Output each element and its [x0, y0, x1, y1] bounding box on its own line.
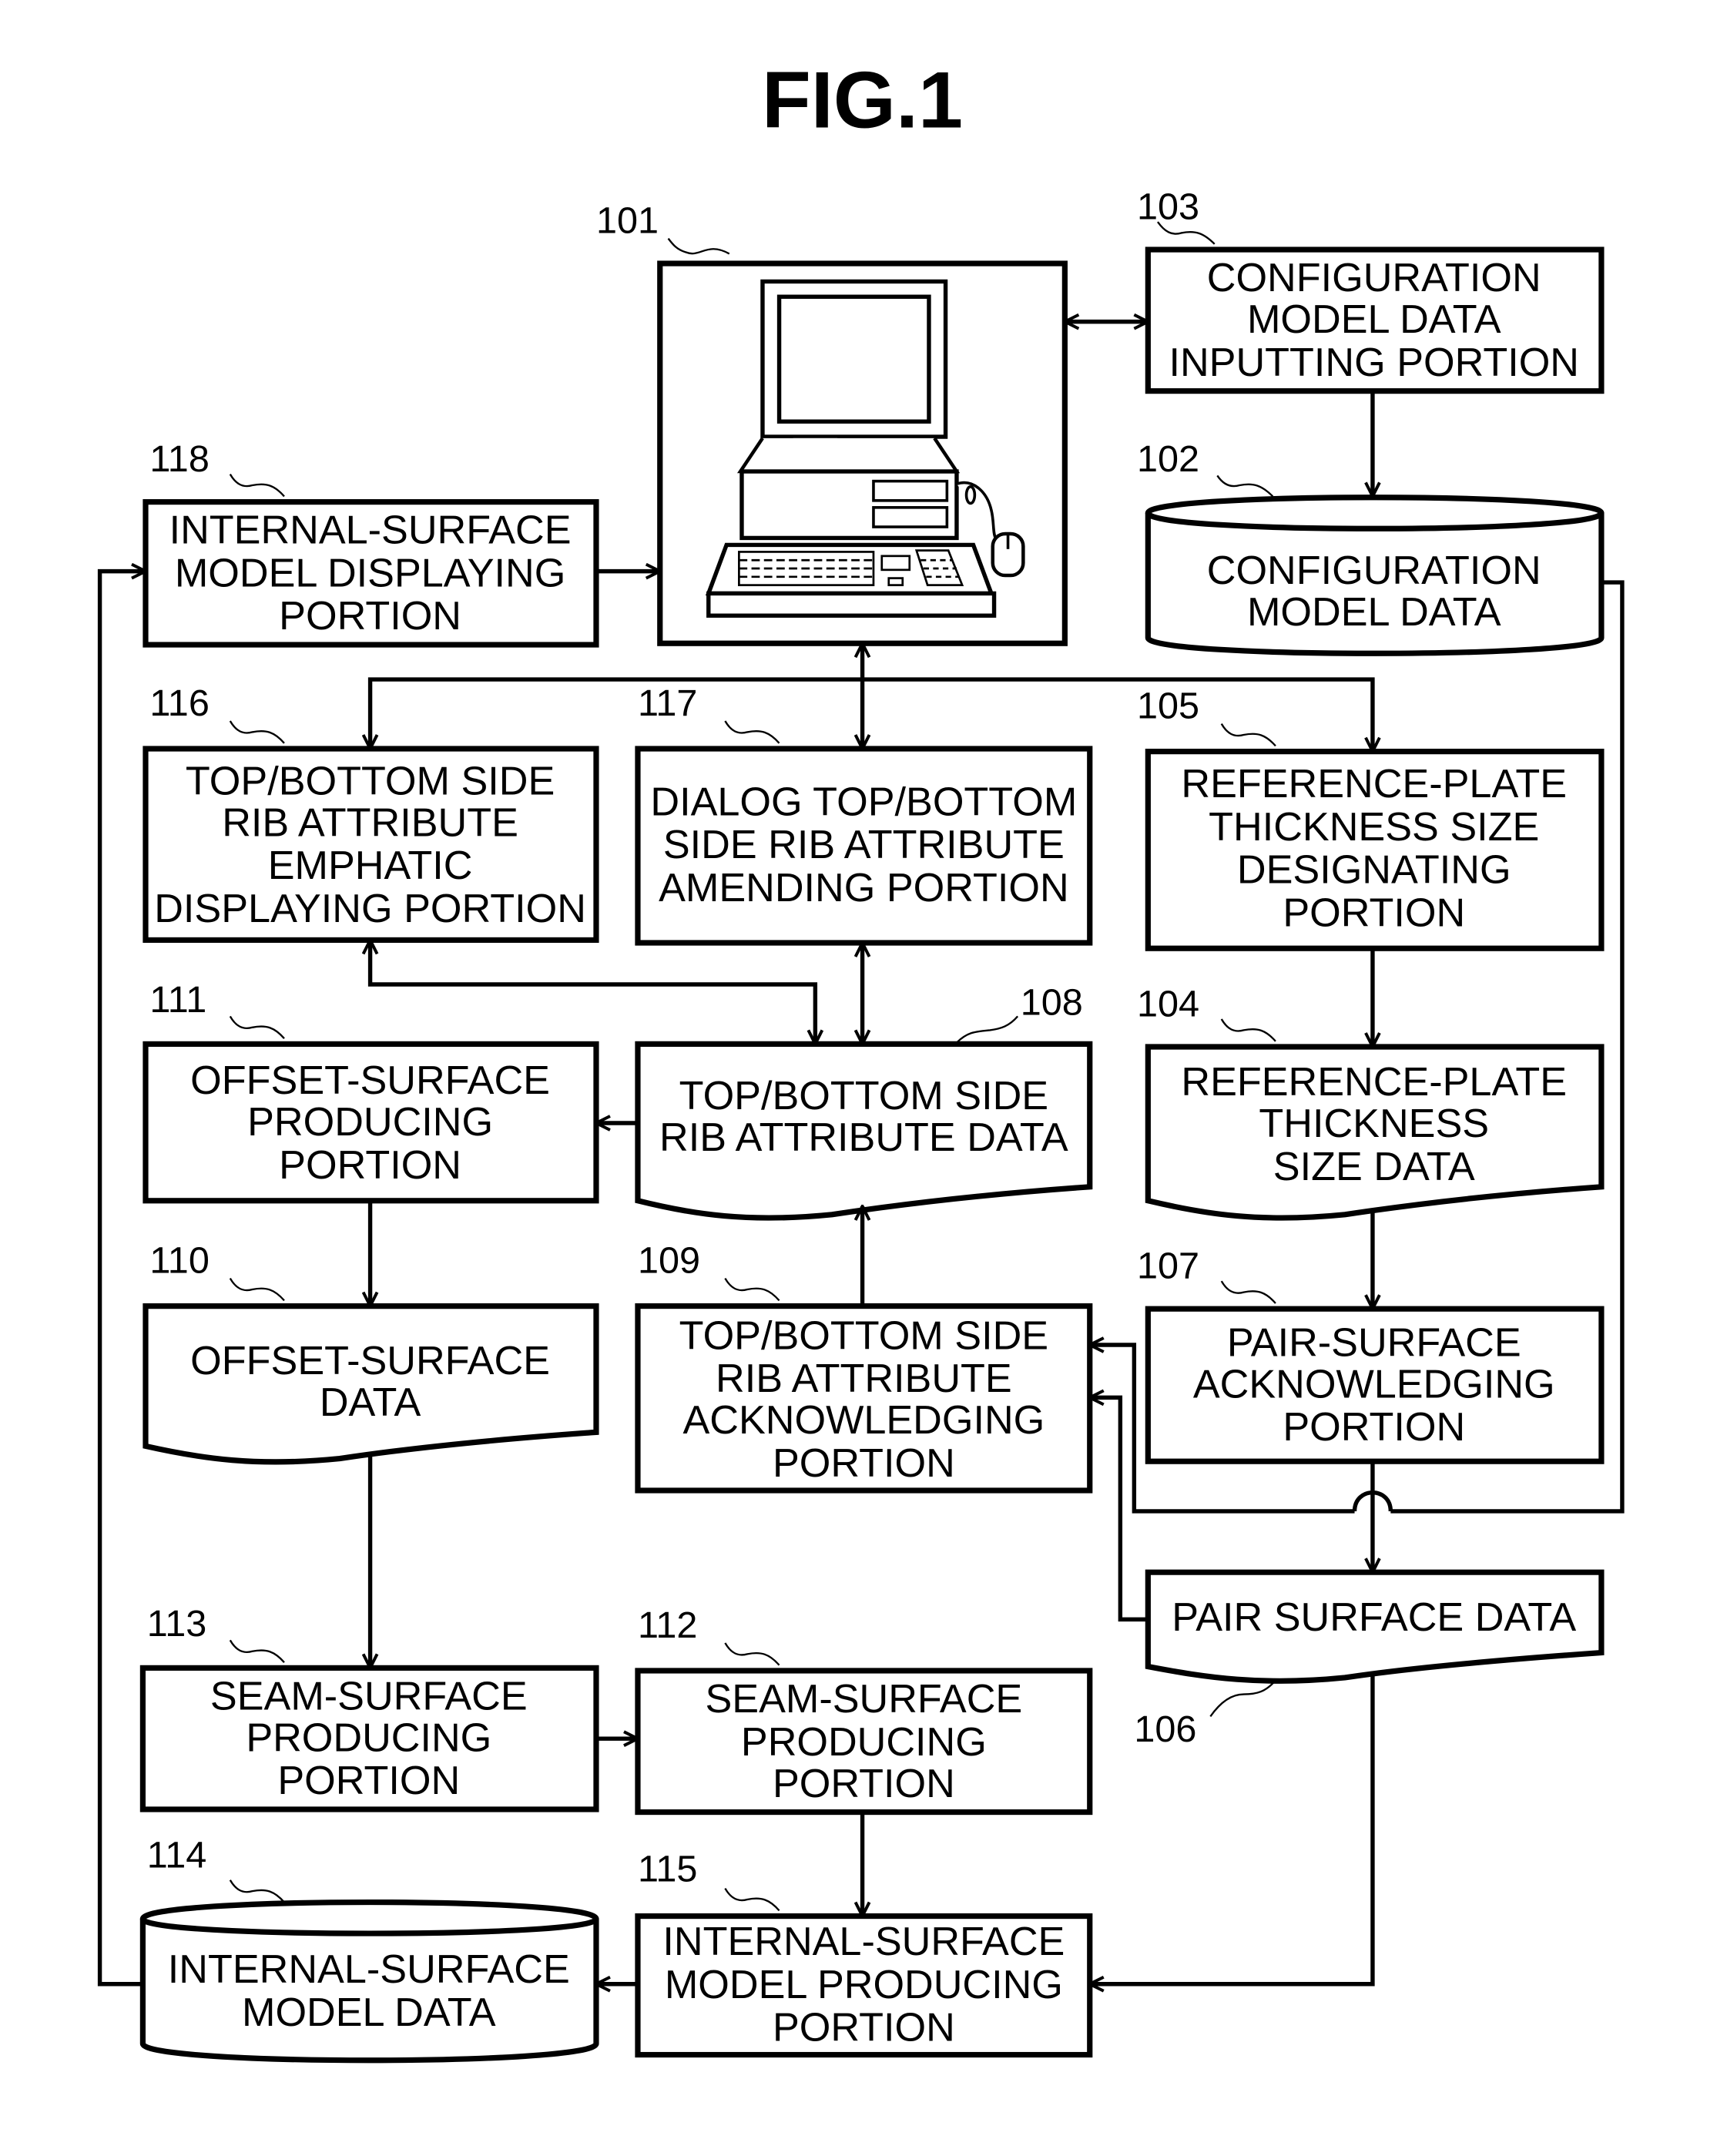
label-105-line2: THICKNESS SIZE [1209, 805, 1539, 850]
label-117-line2: SIDE RIB ATTRIBUTE [663, 823, 1065, 867]
label-110-line1: OFFSET-SURFACE [190, 1339, 550, 1383]
label-112-line1: SEAM-SURFACE [705, 1677, 1022, 1722]
figure-title: FIG.1 [762, 55, 963, 146]
node-111: 111 OFFSET-SURFACE PRODUCING PORTION [143, 979, 599, 1204]
label-109-line4: PORTION [773, 1441, 955, 1486]
label-118-line1: INTERNAL-SURFACE [169, 508, 572, 553]
label-115-line2: MODEL PRODUCING [665, 1963, 1063, 2007]
label-115-line1: INTERNAL-SURFACE [662, 1920, 1065, 1964]
node-118: 118 INTERNAL-SURFACE MODEL DISPLAYING PO… [143, 438, 599, 648]
edge-101-105 [862, 677, 1373, 752]
ref-109: 109 [638, 1239, 700, 1281]
label-118-line3: PORTION [279, 594, 461, 639]
ref-114: 114 [147, 1835, 206, 1876]
label-113-line3: PORTION [277, 1759, 460, 1803]
label-118-line2: MODEL DISPLAYING [175, 551, 566, 595]
ref-102: 102 [1137, 438, 1199, 480]
label-111-line1: OFFSET-SURFACE [190, 1058, 550, 1103]
ref-108: 108 [1021, 982, 1083, 1024]
ref-110: 110 [149, 1239, 209, 1281]
label-104-line3: SIZE DATA [1273, 1145, 1475, 1189]
ref-113: 113 [147, 1603, 206, 1645]
edge-106-109 [1090, 1397, 1149, 1622]
label-106-line1: PAIR SURFACE DATA [1172, 1595, 1576, 1640]
node-105: 105 REFERENCE-PLATE THICKNESS SIZE DESIG… [1137, 685, 1605, 951]
node-107: 107 PAIR-SURFACE ACKNOWLEDGING PORTION [1137, 1246, 1605, 1464]
ref-116: 116 [149, 682, 209, 724]
label-108-line1: TOP/BOTTOM SIDE [679, 1074, 1048, 1118]
label-115-line3: PORTION [773, 2006, 955, 2050]
label-104-line2: THICKNESS [1259, 1101, 1489, 1146]
label-108-line2: RIB ATTRIBUTE DATA [659, 1115, 1068, 1160]
ref-105: 105 [1137, 685, 1199, 726]
block-diagram: FIG.1 101 103 CONFIGURATION MODEL DATA I… [97, 55, 1625, 2064]
leader-101 [667, 237, 730, 255]
label-102-line1: CONFIGURATION [1207, 548, 1541, 593]
edge-106-115 [1090, 1675, 1375, 1983]
node-103: 103 CONFIGURATION MODEL DATA INPUTTING P… [1137, 186, 1605, 394]
label-112-line2: PRODUCING [741, 1720, 987, 1765]
ref-101: 101 [596, 200, 659, 241]
label-105-line4: PORTION [1283, 890, 1465, 935]
node-101-computer: 101 [596, 200, 1068, 646]
label-113-line1: SEAM-SURFACE [210, 1674, 528, 1718]
ref-104: 104 [1137, 983, 1199, 1024]
label-111-line3: PORTION [279, 1143, 461, 1188]
label-109-line3: ACKNOWLEDGING [682, 1398, 1045, 1443]
label-117-line1: DIALOG TOP/BOTTOM [650, 780, 1077, 824]
node-104-document: 104 REFERENCE-PLATE THICKNESS SIZE DATA [1137, 983, 1605, 1221]
node-106-document: 106 PAIR SURFACE DATA [1134, 1569, 1605, 1750]
label-116-line3: EMPHATIC [268, 843, 473, 888]
label-107-line2: ACKNOWLEDGING [1193, 1362, 1555, 1407]
label-109-line2: RIB ATTRIBUTE [716, 1356, 1012, 1401]
edge-108-116 [371, 940, 816, 1044]
ref-106: 106 [1134, 1708, 1196, 1750]
label-107-line3: PORTION [1283, 1405, 1465, 1450]
label-105-line1: REFERENCE-PLATE [1181, 762, 1567, 806]
label-103-line3: INPUTTING PORTION [1169, 340, 1579, 385]
label-116-line2: RIB ATTRIBUTE [222, 800, 518, 845]
edge-114-118 [97, 572, 146, 1987]
label-110-line2: DATA [320, 1380, 421, 1425]
label-113-line2: PRODUCING [246, 1715, 491, 1760]
label-117-line3: AMENDING PORTION [659, 866, 1069, 910]
ref-111: 111 [149, 979, 206, 1021]
label-109-line1: TOP/BOTTOM SIDE [679, 1313, 1048, 1358]
label-103-line1: CONFIGURATION [1207, 256, 1541, 300]
label-102-line2: MODEL DATA [1247, 590, 1501, 635]
label-107-line1: PAIR-SURFACE [1227, 1320, 1521, 1365]
label-116-line1: TOP/BOTTOM SIDE [186, 759, 555, 803]
label-105-line3: DESIGNATING [1237, 848, 1511, 893]
label-112-line3: PORTION [773, 1762, 955, 1806]
label-116-line4: DISPLAYING PORTION [154, 887, 586, 931]
label-114-line2: MODEL DATA [242, 1990, 496, 2035]
ref-112: 112 [638, 1604, 697, 1646]
label-104-line1: REFERENCE-PLATE [1181, 1060, 1567, 1105]
node-114-database: 114 INTERNAL-SURFACE MODEL DATA [139, 1835, 599, 2064]
label-114-line1: INTERNAL-SURFACE [168, 1947, 570, 1992]
label-103-line2: MODEL DATA [1247, 297, 1501, 342]
node-112: 112 SEAM-SURFACE PRODUCING PORTION [635, 1604, 1093, 1816]
ref-107: 107 [1137, 1246, 1199, 1287]
ref-103: 103 [1137, 186, 1199, 227]
node-102-database: 102 CONFIGURATION MODEL DATA [1137, 438, 1605, 656]
label-111-line2: PRODUCING [247, 1100, 493, 1145]
edge-101-116 [371, 677, 863, 749]
ref-118: 118 [149, 438, 209, 480]
ref-115: 115 [638, 1849, 697, 1890]
ref-117: 117 [638, 682, 697, 724]
